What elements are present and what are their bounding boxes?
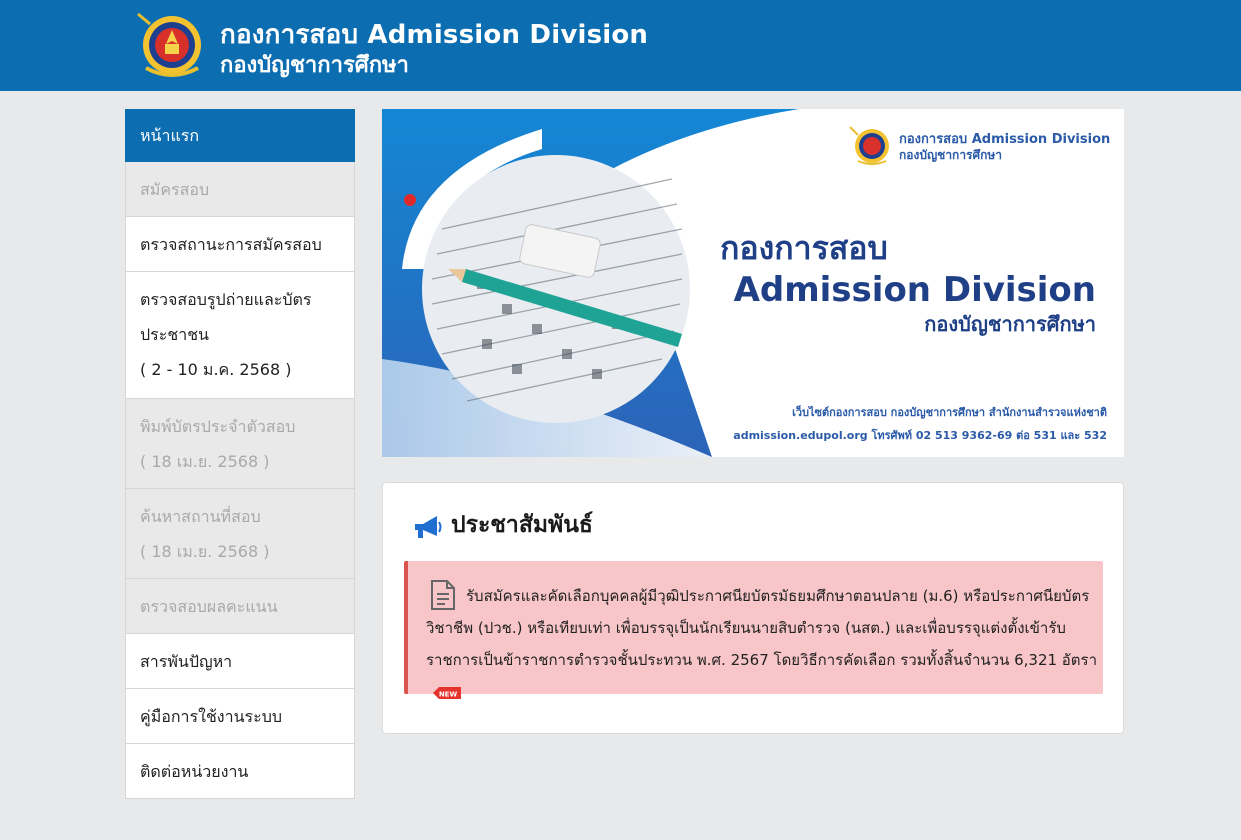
sidebar-item-check-photo-id[interactable]: ตรวจสอบรูปถ่ายและบัตร ประชาชน ( 2 - 10 ม… — [125, 272, 355, 399]
sidebar-item-label: สารพันปัญหา — [140, 652, 233, 671]
site-subtitle: กองบัญชาการศึกษา — [220, 53, 409, 78]
sidebar-item-check-status[interactable]: ตรวจสถานะการสมัครสอบ — [125, 217, 355, 272]
hero-banner: กองการสอบ Admission Division กองบัญชาการ… — [382, 109, 1124, 457]
sidebar-nav: หน้าแรก สมัครสอบ ตรวจสถานะการสมัครสอบ ตร… — [125, 109, 355, 799]
announcement-text[interactable]: รับสมัครและคัดเลือกบุคคลผู้มีวุฒิประกาศน… — [426, 580, 1098, 708]
sidebar-item-label: สมัครสอบ — [140, 180, 210, 199]
announcement-item[interactable]: รับสมัครและคัดเลือกบุคคลผู้มีวุฒิประกาศน… — [404, 561, 1103, 699]
sidebar-item-label: หน้าแรก — [140, 126, 200, 145]
sidebar-item-label: ตรวจสอบรูปถ่ายและบัตร — [140, 290, 312, 309]
announcements-title: ประชาสัมพันธ์ — [451, 512, 593, 538]
banner-footer-1: เว็บไซต์กองการสอบ กองบัญชาการศึกษา สำนัก… — [792, 405, 1107, 419]
sidebar-item-date: ( 18 เม.ย. 2568 ) — [140, 452, 270, 471]
sidebar-item-label: ตรวจสถานะการสมัครสอบ — [140, 235, 322, 254]
sidebar-item-apply: สมัครสอบ — [125, 162, 355, 217]
banner-footer-2: admission.edupol.org โทรศัพท์ 02 513 936… — [733, 428, 1107, 442]
banner-logo-line1: กองการสอบ Admission Division — [899, 132, 1110, 147]
banner-logo-line2: กองบัญชาการศึกษา — [899, 148, 1002, 162]
sidebar-item-home[interactable]: หน้าแรก — [125, 109, 355, 162]
sidebar-item-label: คู่มือการใช้งานระบบ — [140, 707, 283, 726]
sidebar-item-label: ตรวจสอบผลคะแนน — [140, 597, 278, 616]
announcement-text-content: รับสมัครและคัดเลือกบุคคลผู้มีวุฒิประกาศน… — [426, 587, 1098, 669]
sidebar-item-check-score: ตรวจสอบผลคะแนน — [125, 579, 355, 634]
banner-headline-2: Admission Division — [734, 270, 1096, 310]
megaphone-icon — [415, 516, 442, 538]
banner-graphic: กองการสอบ Admission Division กองบัญชาการ… — [382, 109, 1124, 457]
sidebar-item-label: ค้นหาสถานที่สอบ — [140, 507, 261, 526]
sidebar-item-contact[interactable]: ติดต่อหน่วยงาน — [125, 744, 355, 799]
top-header: กองการสอบ Admission Division กองบัญชาการ… — [0, 0, 1241, 91]
sidebar-item-date: ( 18 เม.ย. 2568 ) — [140, 542, 270, 561]
sidebar-item-label-line2: ประชาชน — [140, 325, 209, 344]
sidebar-item-faq[interactable]: สารพันปัญหา — [125, 634, 355, 689]
sidebar-item-label: ติดต่อหน่วยงาน — [140, 762, 249, 781]
sidebar-item-date: ( 2 - 10 ม.ค. 2568 ) — [140, 360, 292, 379]
sidebar-item-find-exam-venue: ค้นหาสถานที่สอบ ( 18 เม.ย. 2568 ) — [125, 489, 355, 579]
announcements-card: ประชาสัมพันธ์ รับสมัครและคัดเลือกบุคคลผู… — [382, 482, 1124, 734]
sidebar-item-label: พิมพ์บัตรประจำตัวสอบ — [140, 417, 296, 436]
banner-headline-1: กองการสอบ — [720, 229, 888, 267]
sidebar-item-print-exam-card: พิมพ์บัตรประจำตัวสอบ ( 18 เม.ย. 2568 ) — [125, 399, 355, 489]
police-emblem-logo[interactable] — [134, 10, 210, 80]
banner-headline-3: กองบัญชาการศึกษา — [924, 312, 1096, 336]
new-badge-icon: NEW — [433, 686, 461, 699]
sidebar-item-user-manual[interactable]: คู่มือการใช้งานระบบ — [125, 689, 355, 744]
new-badge-text: NEW — [439, 690, 458, 698]
